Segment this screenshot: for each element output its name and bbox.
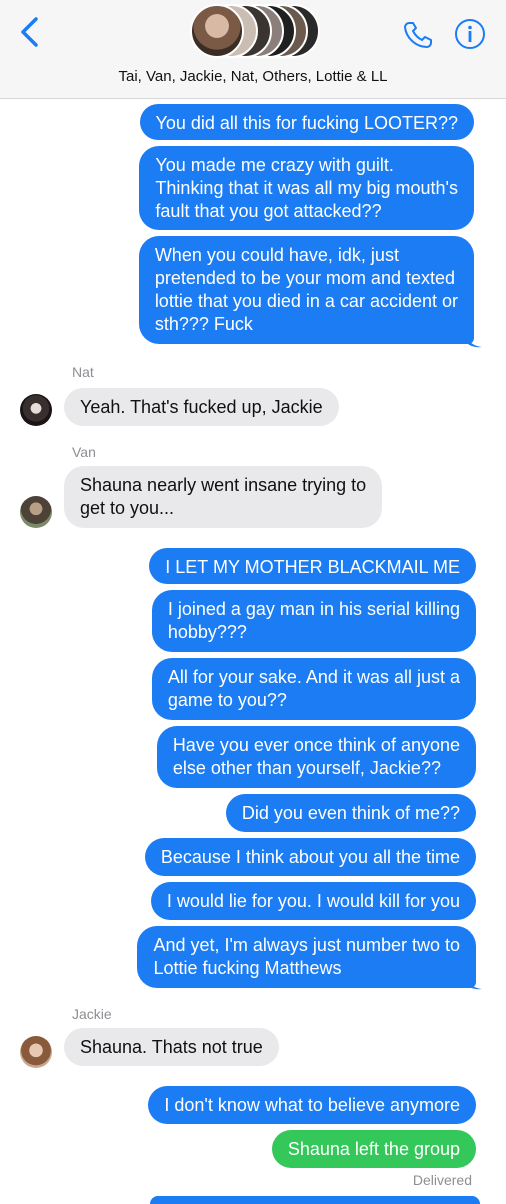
bubble-tail	[466, 972, 482, 990]
avatar[interactable]	[20, 496, 52, 528]
outgoing-message[interactable]: All for your sake. And it was all just a…	[151, 658, 476, 720]
outgoing-message[interactable]: When you could have, idk, just pretended…	[138, 236, 474, 344]
incoming-message[interactable]: Shauna. Thats not true	[64, 1028, 279, 1066]
outgoing-message[interactable]: Because I think about you all the time	[144, 838, 476, 876]
outgoing-message[interactable]: I would lie for you. I would kill for yo…	[150, 882, 476, 920]
sender-name: Van	[72, 444, 96, 460]
sender-name: Nat	[72, 364, 94, 380]
partial-message	[150, 1196, 480, 1204]
incoming-message[interactable]: Yeah. That's fucked up, Jackie	[64, 388, 339, 426]
bubble-tail	[466, 330, 482, 348]
group-name[interactable]: Tai, Van, Jackie, Nat, Others, Lottie & …	[0, 68, 506, 85]
group-left-notice: Shauna left the group	[271, 1130, 476, 1168]
delivered-status: Delivered	[412, 1172, 472, 1188]
outgoing-message[interactable]: You did all this for fucking LOOTER??	[139, 104, 474, 140]
info-icon[interactable]	[454, 18, 486, 50]
group-avatars[interactable]	[190, 4, 320, 60]
avatar[interactable]	[20, 1036, 52, 1068]
avatar[interactable]	[20, 394, 52, 426]
outgoing-message[interactable]: Did you even think of me??	[225, 794, 476, 832]
conversation-header: Tai, Van, Jackie, Nat, Others, Lottie & …	[0, 0, 506, 99]
outgoing-message[interactable]: You made me crazy with guilt. Thinking t…	[139, 146, 474, 230]
chevron-left-icon[interactable]	[18, 16, 42, 48]
avatar	[190, 4, 244, 58]
outgoing-message[interactable]: And yet, I'm always just number two to L…	[137, 926, 476, 988]
phone-icon[interactable]	[402, 20, 434, 50]
sender-name: Jackie	[72, 1006, 112, 1022]
outgoing-message[interactable]: I joined a gay man in his serial killing…	[151, 590, 476, 652]
incoming-message[interactable]: Shauna nearly went insane trying to get …	[64, 466, 383, 528]
outgoing-message[interactable]: I don't know what to believe anymore	[148, 1086, 476, 1124]
outgoing-message[interactable]: I LET MY MOTHER BLACKMAIL ME	[149, 548, 476, 584]
outgoing-message[interactable]: Have you ever once think of anyone else …	[156, 726, 476, 788]
